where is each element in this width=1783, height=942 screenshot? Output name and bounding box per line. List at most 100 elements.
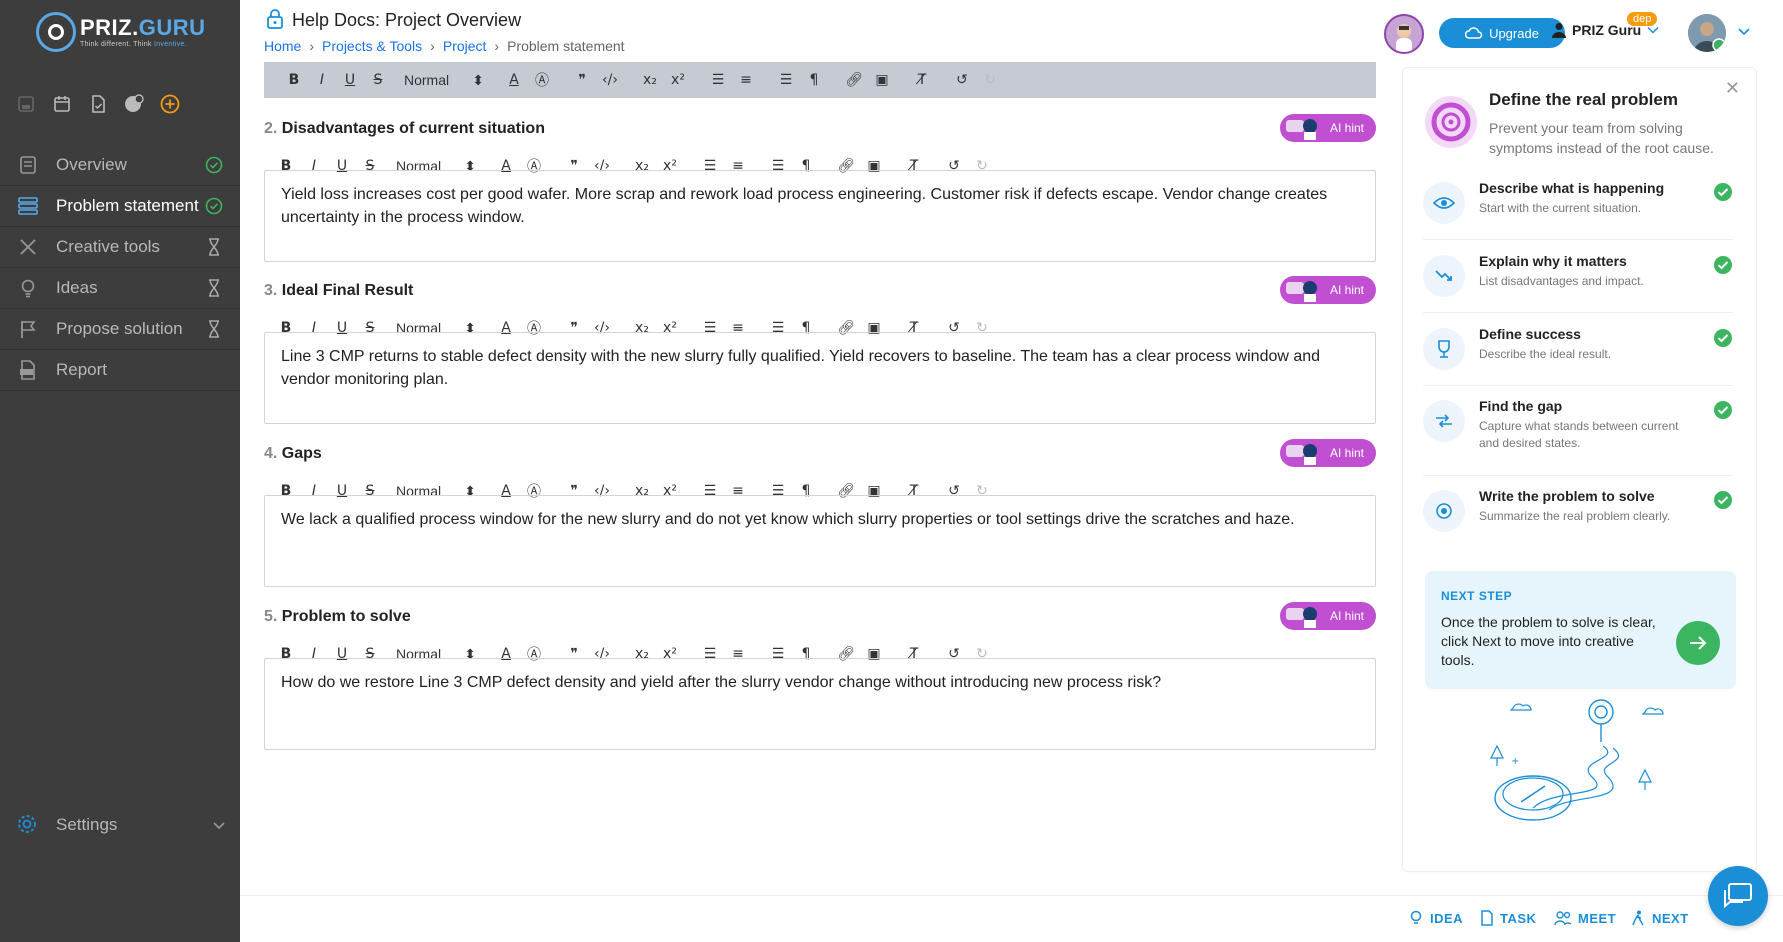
guide-step[interactable]: Write the problem to solve Summarize the… — [1423, 488, 1733, 548]
breadcrumb-current: Problem statement — [507, 38, 625, 54]
hourglass-icon — [204, 278, 224, 298]
meet-button[interactable]: MEET — [1554, 910, 1616, 926]
chat-button[interactable] — [1708, 866, 1768, 926]
guru-avatar[interactable] — [1384, 14, 1424, 54]
bold-button[interactable]: B — [280, 72, 308, 88]
redo-button[interactable]: ↻ — [976, 72, 1004, 88]
guide-step[interactable]: Explain why it matters List disadvantage… — [1423, 253, 1733, 313]
idea-label: IDEA — [1430, 910, 1464, 926]
next-button[interactable]: NEXT — [1630, 910, 1689, 926]
editor-textarea[interactable]: How do we restore Line 3 CMP defect dens… — [264, 658, 1376, 750]
ai-hint-button[interactable]: AI hint — [1280, 439, 1376, 467]
sidebar-item-settings[interactable]: Settings — [16, 813, 226, 837]
bullet-list-button[interactable]: ≡ — [732, 72, 760, 88]
guide-step[interactable]: Describe what is happening Start with th… — [1423, 180, 1733, 240]
breadcrumb: Home › Projects & Tools › Project › Prob… — [264, 38, 625, 54]
link-button[interactable]: 🔗︎ — [840, 72, 868, 88]
align-button[interactable]: ☰ — [772, 72, 800, 88]
image-button[interactable]: ▣ — [868, 72, 896, 88]
hourglass-icon — [204, 319, 224, 339]
section-title: 3. Ideal Final Result — [264, 282, 414, 299]
step-description: Start with the current situation. — [1479, 201, 1642, 215]
guide-step[interactable]: Find the gap Capture what stands between… — [1423, 398, 1733, 476]
sidebar-item-label: Ideas — [56, 278, 98, 297]
ai-hint-button[interactable]: AI hint — [1280, 114, 1376, 142]
blockquote-button[interactable]: ❞ — [568, 72, 596, 88]
robot-icon — [1286, 281, 1317, 302]
problem-statement-icon — [16, 194, 40, 218]
check-icon — [1713, 400, 1733, 425]
guide-step[interactable]: Define success Describe the ideal result… — [1423, 326, 1733, 386]
globe-icon[interactable] — [124, 94, 144, 114]
ai-hint-label: AI hint — [1329, 121, 1364, 135]
upgrade-button[interactable]: Upgrade — [1439, 18, 1565, 48]
task-button[interactable]: TASK — [1480, 910, 1536, 926]
sidebar-item-problem-statement[interactable]: Problem statement — [0, 186, 240, 227]
step-title: Write the problem to solve — [1479, 488, 1655, 504]
editor-textarea[interactable]: Yield loss increases cost per good wafer… — [264, 170, 1376, 262]
text-color-button[interactable]: A — [500, 72, 528, 88]
sidebar-item-label: Problem statement — [56, 196, 199, 215]
svg-text:+: + — [1511, 756, 1519, 767]
settings-label: Settings — [56, 815, 118, 834]
overview-icon — [16, 153, 40, 177]
undo-button[interactable]: ↺ — [948, 72, 976, 88]
check-icon — [1713, 182, 1733, 207]
logo[interactable]: PRIZ.GURU Think different. Think Inventi… — [36, 12, 206, 52]
ai-hint-button[interactable]: AI hint — [1280, 602, 1376, 630]
sidebar-item-creative-tools[interactable]: Creative tools — [0, 227, 240, 268]
subscript-button[interactable]: x₂ — [636, 72, 664, 88]
ai-hint-label: AI hint — [1329, 446, 1364, 460]
journey-illustration: + — [1473, 698, 1693, 833]
lock-icon — [266, 8, 284, 35]
ordered-list-button[interactable]: ☰ — [704, 72, 732, 88]
add-icon[interactable] — [160, 94, 180, 114]
document-check-icon[interactable] — [88, 94, 108, 114]
next-arrow-button[interactable] — [1676, 621, 1720, 665]
step-title: Explain why it matters — [1479, 253, 1627, 269]
step-title: Define success — [1479, 326, 1581, 342]
guide-subtitle: Prevent your team from solving symptoms … — [1489, 120, 1714, 156]
walk-icon — [1632, 910, 1644, 926]
editor-textarea[interactable]: Line 3 CMP returns to stable defect dens… — [264, 332, 1376, 424]
strikethrough-button[interactable]: S — [364, 72, 392, 88]
underline-button[interactable]: U — [336, 72, 364, 88]
guide-title: Define the real problem — [1489, 90, 1678, 109]
editor-textarea[interactable]: We lack a qualified process window for t… — [264, 495, 1376, 587]
editor-toolbar: B I U S Normal ⬍ A Ⓐ ❞ ‹/› x₂ x² ☰ ≡ ☰ ¶ … — [264, 62, 1376, 98]
task-icon — [1481, 910, 1493, 926]
ai-hint-label: AI hint — [1329, 283, 1364, 297]
done-check-icon — [204, 196, 224, 216]
breadcrumb-projects-tools[interactable]: Projects & Tools — [322, 38, 422, 54]
close-icon[interactable]: ✕ — [1725, 78, 1740, 99]
background-color-button[interactable]: Ⓐ — [528, 70, 556, 90]
calendar-icon[interactable] — [52, 94, 72, 114]
breadcrumb-home[interactable]: Home — [264, 38, 301, 54]
next-label: NEXT — [1652, 910, 1689, 926]
section-title: 4. Gaps — [264, 445, 322, 462]
ai-hint-button[interactable]: AI hint — [1280, 276, 1376, 304]
people-icon — [1554, 911, 1572, 926]
idea-button[interactable]: IDEA — [1408, 910, 1463, 926]
code-button[interactable]: ‹/› — [596, 72, 624, 88]
sidebar-item-propose-solution[interactable]: Propose solution — [0, 309, 240, 350]
sidebar-item-report[interactable]: Report — [0, 350, 240, 391]
trophy-icon — [1423, 328, 1465, 370]
save-icon[interactable] — [16, 94, 36, 114]
format-select[interactable]: Normal ⬍ — [404, 72, 500, 89]
trend-down-icon — [1423, 255, 1465, 297]
text-direction-button[interactable]: ¶ — [800, 72, 828, 88]
sidebar-item-overview[interactable]: Overview — [0, 145, 240, 186]
breadcrumb-separator: › — [430, 38, 435, 54]
robot-icon — [1286, 444, 1317, 465]
italic-button[interactable]: I — [308, 72, 336, 88]
superscript-button[interactable]: x² — [664, 72, 692, 88]
chevron-down-icon[interactable] — [1737, 24, 1751, 42]
check-icon — [1713, 255, 1733, 280]
eye-icon — [1423, 182, 1465, 224]
clear-format-button[interactable]: T̸ — [908, 72, 936, 88]
breadcrumb-project[interactable]: Project — [443, 38, 487, 54]
avatar[interactable] — [1688, 14, 1726, 52]
sidebar-item-ideas[interactable]: Ideas — [0, 268, 240, 309]
lightbulb-icon — [16, 276, 40, 300]
